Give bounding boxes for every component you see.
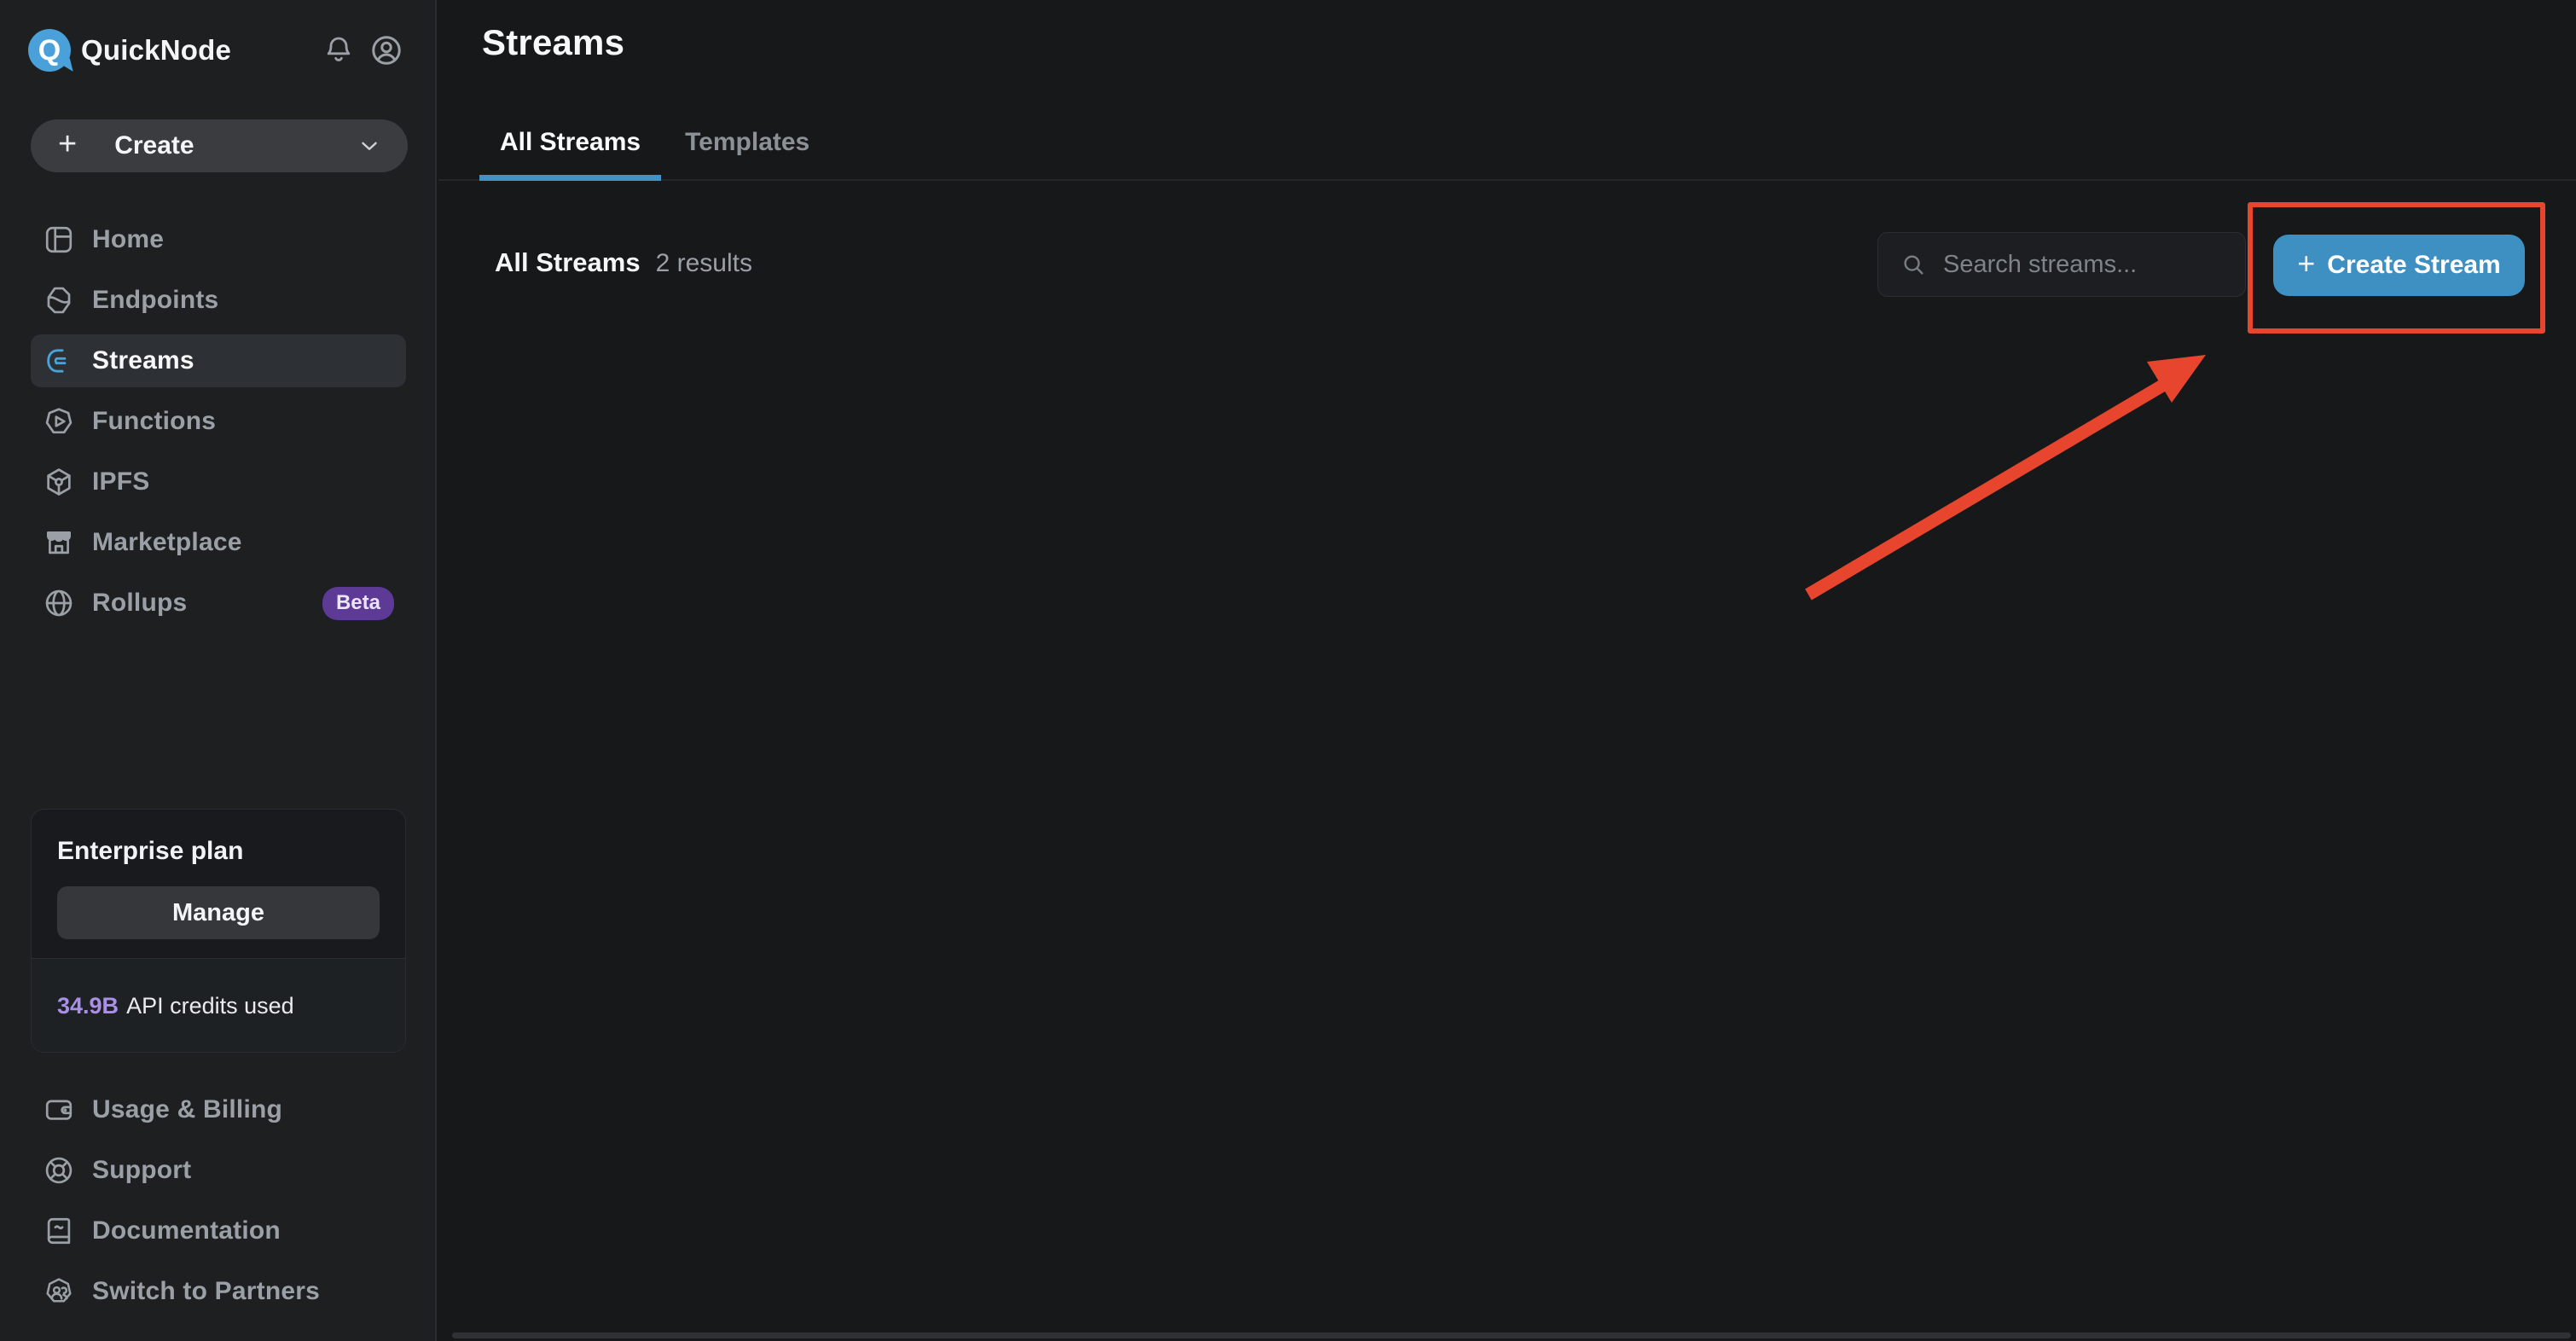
beta-badge: Beta (322, 587, 394, 620)
logo-tail (56, 58, 73, 74)
create-stream-button[interactable]: + Create Stream (2273, 235, 2525, 296)
horizontal-scrollbar[interactable] (452, 1332, 2571, 1338)
sidebar-item-label: Streams (92, 346, 194, 375)
functions-icon (43, 405, 75, 438)
sidebar-item-usage-billing[interactable]: Usage & Billing (31, 1083, 406, 1136)
sidebar-item-label: IPFS (92, 467, 149, 496)
credits-value: 34.9B (57, 993, 119, 1019)
account-icon (368, 32, 404, 68)
quicknode-dashboard: Q QuickNode (0, 0, 2576, 1341)
create-button-label: Create (114, 131, 194, 160)
manage-plan-button[interactable]: Manage (57, 886, 380, 939)
rollups-icon (43, 587, 75, 619)
plan-card: Enterprise plan Manage 34.9B API credits… (31, 809, 406, 1053)
partners-icon (43, 1275, 75, 1308)
sidebar-footer-nav: Usage & Billing Support (31, 1083, 406, 1326)
account-button[interactable] (367, 31, 406, 70)
sidebar-header: Q QuickNode (28, 27, 406, 73)
sidebar-item-marketplace[interactable]: Marketplace (31, 516, 406, 569)
sidebar-item-label: Usage & Billing (92, 1095, 282, 1124)
book-icon (43, 1215, 75, 1247)
sidebar-nav: Home Endpoints (31, 213, 406, 637)
create-stream-label: Create Stream (2327, 251, 2500, 280)
credits-label: API credits used (126, 993, 294, 1019)
sidebar-item-label: Support (92, 1156, 191, 1185)
ipfs-icon (43, 466, 75, 498)
plan-name: Enterprise plan (57, 837, 380, 866)
main-content: Streams All Streams Templates All Stream… (438, 0, 2576, 1341)
tab-all-streams[interactable]: All Streams (479, 128, 661, 181)
list-heading: All Streams (495, 247, 641, 278)
endpoints-icon (43, 284, 75, 316)
quicknode-logo-icon[interactable]: Q (28, 29, 71, 72)
results-count: 2 results (656, 249, 752, 278)
sidebar-item-rollups[interactable]: Rollups Beta (31, 577, 406, 630)
search-box (1877, 232, 2246, 297)
sidebar-item-streams[interactable]: Streams (31, 334, 406, 387)
marketplace-icon (43, 526, 75, 559)
sidebar-item-label: Switch to Partners (92, 1277, 320, 1306)
create-button[interactable]: + Create (31, 119, 408, 172)
sidebar-item-label: Rollups (92, 589, 187, 618)
sidebar-item-label: Endpoints (92, 286, 218, 315)
wallet-icon (43, 1094, 75, 1126)
sidebar-item-endpoints[interactable]: Endpoints (31, 274, 406, 327)
lifebuoy-icon (43, 1154, 75, 1187)
home-panels-icon (43, 224, 75, 256)
plan-card-top: Enterprise plan Manage (32, 810, 405, 958)
search-input[interactable] (1878, 233, 2245, 296)
sidebar-item-functions[interactable]: Functions (31, 395, 406, 448)
plus-icon: + (2297, 248, 2315, 279)
plan-credits: 34.9B API credits used (32, 958, 405, 1053)
plus-icon: + (58, 128, 77, 160)
list-header: All Streams 2 results (495, 247, 752, 278)
bell-icon (322, 33, 356, 67)
annotation-arrow-icon (1786, 337, 2230, 618)
sidebar: Q QuickNode (0, 0, 437, 1341)
sidebar-item-label: Marketplace (92, 528, 242, 557)
brand-name: QuickNode (81, 34, 231, 67)
sidebar-item-documentation[interactable]: Documentation (31, 1205, 406, 1257)
sidebar-item-support[interactable]: Support (31, 1144, 406, 1197)
sidebar-item-label: Documentation (92, 1216, 281, 1245)
sidebar-item-ipfs[interactable]: IPFS (31, 456, 406, 508)
sidebar-item-switch-to-partners[interactable]: Switch to Partners (31, 1265, 406, 1318)
streams-icon (43, 345, 75, 377)
sidebar-item-home[interactable]: Home (31, 213, 406, 266)
sidebar-item-label: Functions (92, 407, 216, 436)
sidebar-item-label: Home (92, 225, 164, 254)
tab-bar: All Streams Templates (438, 0, 2576, 181)
notifications-button[interactable] (319, 31, 358, 70)
tab-templates[interactable]: Templates (664, 128, 830, 181)
chevron-down-icon (357, 133, 382, 159)
